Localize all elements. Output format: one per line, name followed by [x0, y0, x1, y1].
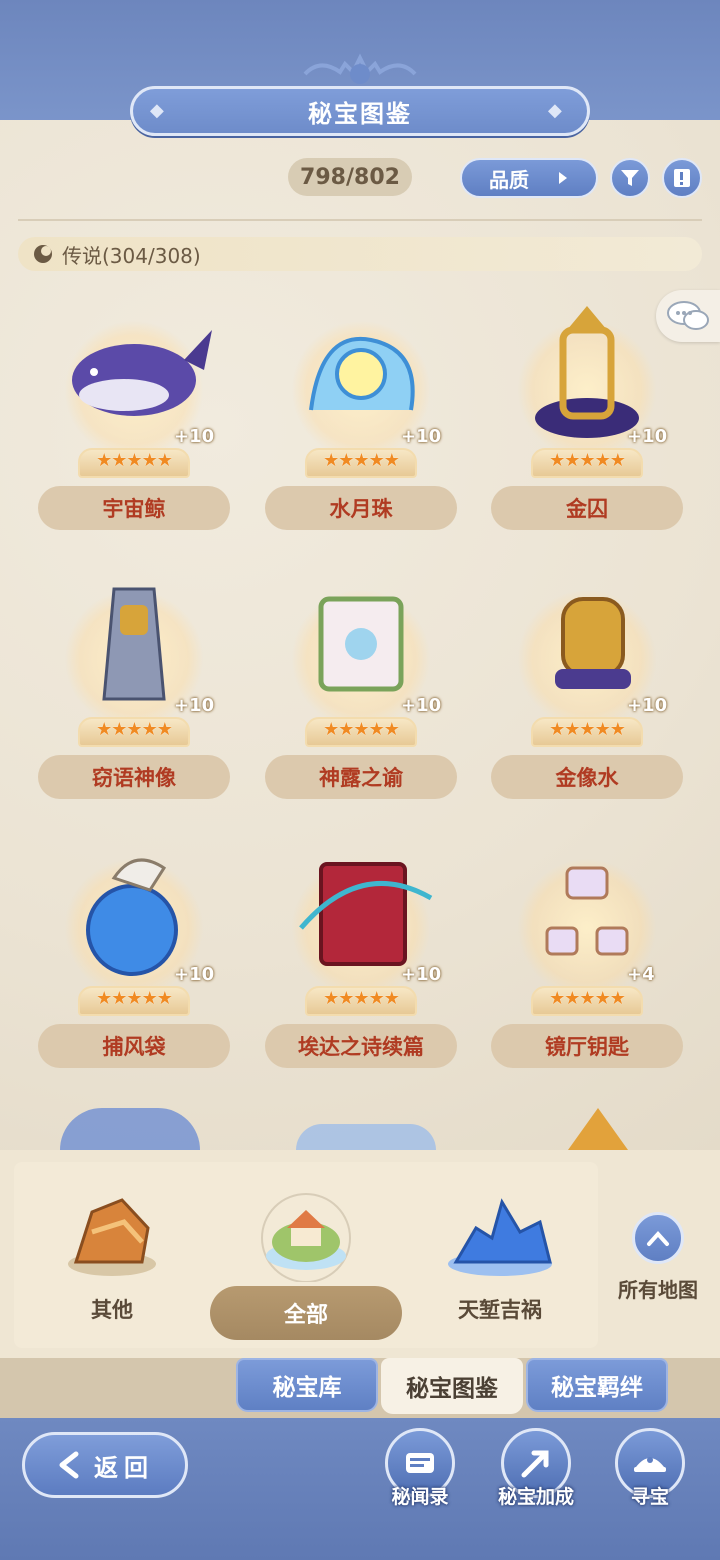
map-option-label: 其他: [91, 1298, 133, 1322]
treasure-bonus-button[interactable]: 秘宝加成: [486, 1428, 586, 1509]
quality-sort-button[interactable]: 品质: [460, 158, 598, 198]
item-stars: ★★★★★: [549, 988, 626, 1009]
rarity-section-label: 传说(304/308): [62, 243, 201, 268]
feature-label: 寻宝: [630, 1486, 669, 1508]
item-level: +4: [627, 964, 655, 985]
item-level: +10: [401, 695, 442, 716]
item-name: 金像水: [555, 766, 619, 790]
item-stars: ★★★★★: [96, 988, 173, 1009]
item-level: +10: [174, 426, 215, 447]
item-name: 埃达之诗续篇: [298, 1035, 424, 1059]
item-level: +10: [627, 426, 668, 447]
treasure-card[interactable]: ★★★★★ +10 神露之谕: [265, 569, 457, 809]
tab-label: 秘宝图鉴: [406, 1376, 498, 1402]
header-divider: [18, 219, 702, 221]
diamond-ornament-icon: ◆: [548, 100, 562, 121]
treasure-card[interactable]: ★★★★★ +10 水月珠: [265, 300, 457, 540]
item-stars: ★★★★★: [323, 988, 400, 1009]
filter-icon: [621, 170, 639, 186]
diamond-ornament-icon: ◆: [150, 100, 164, 121]
item-stars: ★★★★★: [96, 450, 173, 471]
item-name-plate: 镜厅钥匙: [491, 1024, 683, 1068]
tab-treasure-bonds[interactable]: 秘宝羁绊: [526, 1358, 668, 1412]
item-level: +10: [174, 695, 215, 716]
item-level: +10: [627, 695, 668, 716]
item-name-plate: 水月珠: [265, 486, 457, 530]
back-label: 返回: [94, 1453, 154, 1482]
item-level: +10: [401, 426, 442, 447]
item-name-plate: 埃达之诗续篇: [265, 1024, 457, 1068]
rock-terrain-icon: [68, 1198, 156, 1276]
treasure-card[interactable]: ★★★★★ +10 埃达之诗续篇: [265, 838, 457, 1078]
feature-label: 秘闻录: [391, 1486, 449, 1508]
all-maps-button[interactable]: [632, 1212, 684, 1264]
feature-label: 秘宝加成: [497, 1486, 574, 1508]
caret-right-icon: [559, 172, 567, 184]
item-name-plate: 金像水: [491, 755, 683, 799]
item-name-plate: 神露之谕: [265, 755, 457, 799]
item-stars: ★★★★★: [96, 719, 173, 740]
treasure-card[interactable]: ★★★★★ +4 镜厅钥匙: [491, 838, 683, 1078]
next-row-item-peek: [296, 1124, 436, 1150]
treasure-card[interactable]: ★★★★★ +10 窃语神像: [38, 569, 230, 809]
tab-label: 秘宝羁绊: [551, 1375, 643, 1401]
map-option-label: 全部: [283, 1303, 328, 1328]
back-button[interactable]: 返回: [22, 1432, 188, 1498]
crown-ornament-icon: [303, 53, 417, 84]
chevron-up-icon: [647, 1231, 669, 1246]
back-arrow-icon: [59, 1451, 79, 1479]
treasure-card[interactable]: ★★★★★ +10 金囚: [491, 300, 683, 540]
collection-progress: 798/802: [288, 158, 412, 196]
page-title: 秘宝图鉴: [308, 99, 412, 128]
next-row-item-peek: [60, 1108, 200, 1150]
secret-stories-button[interactable]: 秘闻录: [370, 1428, 470, 1509]
item-name: 宇宙鲸: [102, 497, 166, 521]
all-maps-label: 所有地图: [618, 1278, 698, 1302]
item-name: 捕风袋: [102, 1035, 166, 1059]
item-level: +10: [174, 964, 215, 985]
item-name: 金囚: [566, 497, 608, 521]
tab-treasure-codex[interactable]: 秘宝图鉴: [381, 1358, 523, 1414]
item-stars: ★★★★★: [323, 719, 400, 740]
tab-label: 秘宝库: [272, 1375, 342, 1401]
page-title-plate: 秘宝图鉴: [130, 86, 590, 136]
map-option-tianqian[interactable]: 天堑吉祸: [440, 1192, 560, 1324]
item-name-plate: 宇宙鲸: [38, 486, 230, 530]
item-stars: ★★★★★: [323, 450, 400, 471]
item-level: +10: [401, 964, 442, 985]
map-option-all[interactable]: [246, 1186, 366, 1286]
map-option-label: 天堑吉祸: [458, 1298, 542, 1322]
item-stars: ★★★★★: [549, 450, 626, 471]
treasure-hunt-button[interactable]: 寻宝: [600, 1428, 700, 1509]
quality-sort-label: 品质: [489, 167, 529, 192]
ice-terrain-icon: [448, 1198, 552, 1276]
item-name: 镜厅钥匙: [545, 1035, 629, 1059]
treasure-card[interactable]: ★★★★★ +10 金像水: [491, 569, 683, 809]
item-name-plate: 窃语神像: [38, 755, 230, 799]
filter-button[interactable]: [610, 158, 650, 198]
info-book-button[interactable]: [662, 158, 702, 198]
item-name: 水月珠: [329, 497, 393, 521]
item-stars: ★★★★★: [549, 719, 626, 740]
island-house-icon: [261, 1193, 351, 1283]
tab-treasure-vault[interactable]: 秘宝库: [236, 1358, 378, 1412]
book-icon: [674, 169, 690, 187]
treasure-card[interactable]: ★★★★★ +10 捕风袋: [38, 838, 230, 1078]
rarity-section-header: 传说(304/308): [18, 237, 702, 271]
item-name-plate: 捕风袋: [38, 1024, 230, 1068]
item-name: 神露之谕: [319, 766, 403, 790]
map-option-other[interactable]: 其他: [52, 1192, 172, 1324]
map-option-all-label[interactable]: 全部: [210, 1286, 402, 1340]
item-name: 窃语神像: [92, 766, 176, 790]
legend-rarity-icon: [34, 245, 52, 263]
treasure-card[interactable]: ★★★★★ +10 宇宙鲸: [38, 300, 230, 540]
item-name-plate: 金囚: [491, 486, 683, 530]
